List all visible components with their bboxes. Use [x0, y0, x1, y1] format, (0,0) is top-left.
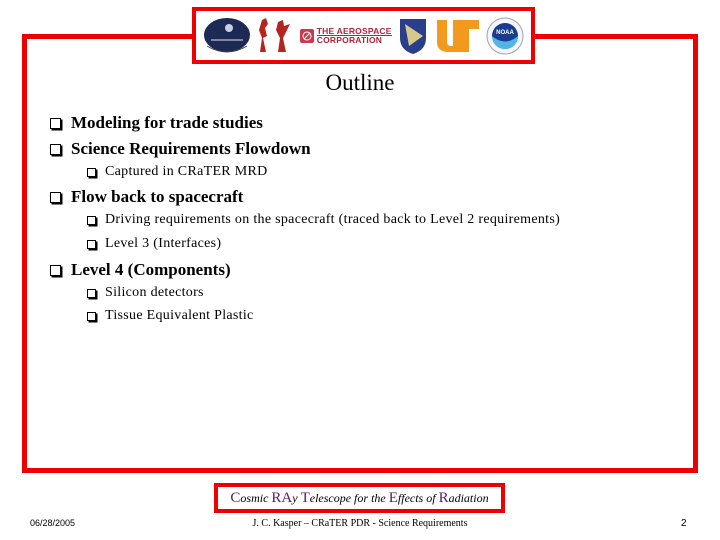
checkbox-bullet-icon — [87, 288, 96, 298]
air-force-research-lab-logo — [397, 16, 429, 56]
bullet-item: Modeling for trade studies — [50, 113, 263, 133]
checkbox-bullet-icon — [87, 215, 96, 225]
aerospace-mark-icon — [299, 28, 314, 43]
bullet-item: Flow back to spacecraft — [50, 187, 243, 207]
sub-bullet-item: Captured in CRaTER MRD — [87, 164, 268, 180]
checkbox-bullet-icon — [87, 167, 96, 177]
checkbox-bullet-icon — [87, 311, 96, 321]
sub-bullet-item: Silicon detectors — [87, 285, 204, 301]
slide-frame — [22, 34, 698, 473]
slide-title: Outline — [325, 70, 395, 95]
checkbox-bullet-icon — [50, 264, 61, 276]
checkbox-bullet-icon — [87, 239, 96, 249]
sub-bullet-item: Tissue Equivalent Plastic — [87, 308, 254, 324]
noaa-logo: NOAA — [486, 17, 524, 55]
svg-text:NOAA: NOAA — [496, 30, 514, 36]
sub-bullet-item: Driving requirements on the spacecraft (… — [87, 212, 560, 228]
checkbox-bullet-icon — [50, 143, 61, 155]
ut-logo — [435, 18, 481, 54]
logo-banner: THE AEROSPACE CORPORATION NOAA — [192, 7, 535, 64]
aerospace-corporation-logo: THE AEROSPACE CORPORATION — [299, 27, 392, 44]
checkbox-bullet-icon — [50, 117, 61, 129]
sub-bullet-item: Level 3 (Interfaces) — [87, 236, 221, 252]
bullet-item: Science Requirements Flowdown — [50, 139, 311, 159]
figures-logo — [256, 16, 294, 56]
footer-title: J. C. Kasper – CRaTER PDR - Science Requ… — [252, 518, 468, 529]
csaa-logo — [203, 16, 251, 56]
bullet-item: Level 4 (Components) — [50, 260, 231, 280]
mission-name-caption: Cosmic RA y Telescope for the Effects of … — [214, 483, 505, 513]
checkbox-bullet-icon — [50, 191, 61, 203]
page-number: 2 — [681, 518, 687, 529]
